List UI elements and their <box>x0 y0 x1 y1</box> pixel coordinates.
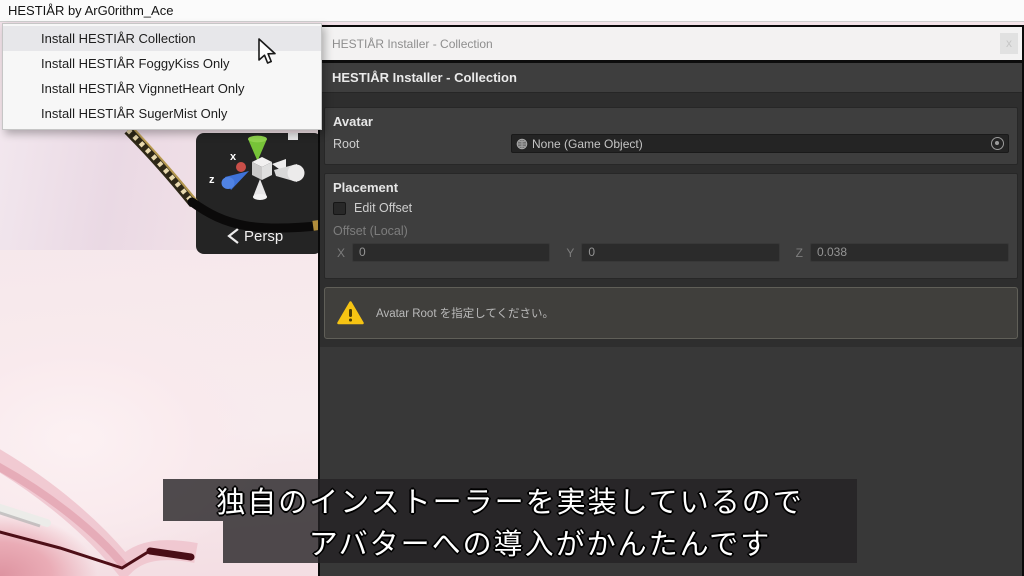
close-button[interactable]: x <box>1000 33 1018 54</box>
window-titlebar[interactable]: HESTIÅR Installer - Collection x <box>320 27 1022 60</box>
z-axis-field-label: Z <box>796 246 803 260</box>
unity-editor-screen: x z Persp <box>0 0 1024 576</box>
gameobject-icon <box>516 138 528 150</box>
persp-arrow-icon <box>229 229 238 243</box>
avatar-root-object-field[interactable]: None (Game Object) <box>511 134 1009 153</box>
avatar-section: Avatar Root None (Game Object) <box>324 107 1018 165</box>
y-axis-field-label: Y <box>566 246 574 260</box>
x-axis-field-label: X <box>337 246 345 260</box>
root-field-label: Root <box>333 137 359 151</box>
avatar-root-value: None (Game Object) <box>532 137 643 151</box>
avatar-section-title: Avatar <box>325 108 1017 132</box>
warning-icon <box>337 301 364 325</box>
y-offset-input[interactable]: 0 <box>581 243 779 262</box>
mouse-cursor-icon <box>256 38 280 70</box>
offset-fields-row: X 0 Y 0 Z 0.038 <box>325 238 1017 262</box>
gizmo-axes-icon: x z Persp <box>196 133 322 254</box>
gizmo-persp-label: Persp <box>244 228 283 245</box>
edit-offset-checkbox[interactable] <box>333 202 346 215</box>
offset-local-label: Offset (Local) <box>333 224 408 238</box>
gizmo-z-axis-label: z <box>209 174 215 186</box>
window-title: HESTIÅR Installer - Collection <box>332 37 493 51</box>
placement-section-title: Placement <box>325 174 1017 198</box>
scene-orientation-gizmo[interactable]: x z Persp <box>196 133 322 254</box>
object-picker-icon[interactable] <box>991 137 1004 150</box>
installer-header: HESTIÅR Installer - Collection <box>320 63 1022 93</box>
x-offset-input[interactable]: 0 <box>352 243 550 262</box>
placement-section: Placement Edit Offset Offset (Local) X 0… <box>324 173 1018 279</box>
editor-menubar: HESTIÅR by ArG0rithm_Ace <box>0 0 1024 22</box>
subtitle-line-2: アバターへの導入がかんたんです <box>223 521 857 563</box>
warning-helpbox: Avatar Root を指定してください。 <box>324 287 1018 339</box>
menubar-item-hestiar[interactable]: HESTIÅR by ArG0rithm_Ace <box>8 3 173 18</box>
menu-item-install-sugermist[interactable]: Install HESTIÅR SugerMist Only <box>3 101 321 126</box>
subtitle-line-1: 独自のインストーラーを実装しているので <box>163 479 857 521</box>
warning-text: Avatar Root を指定してください。 <box>376 305 554 321</box>
gizmo-x-axis-label: x <box>230 151 237 163</box>
menu-item-install-vignnetheart[interactable]: Install HESTIÅR VignnetHeart Only <box>3 76 321 101</box>
edit-offset-label: Edit Offset <box>354 201 412 215</box>
z-offset-input[interactable]: 0.038 <box>810 243 1009 262</box>
installer-header-title: HESTIÅR Installer - Collection <box>332 70 517 85</box>
avatar-body-shadow-corner <box>0 500 130 576</box>
